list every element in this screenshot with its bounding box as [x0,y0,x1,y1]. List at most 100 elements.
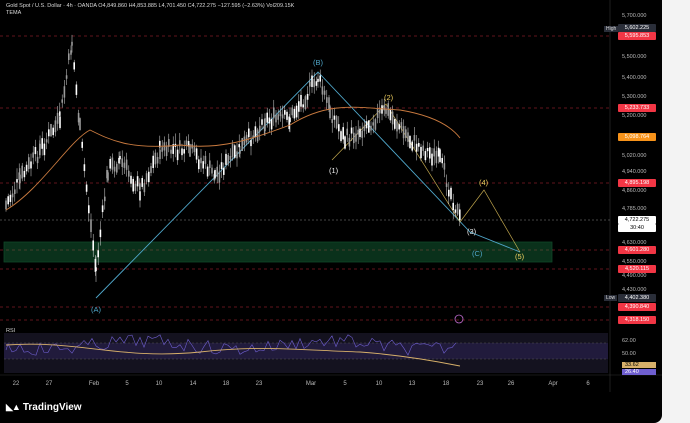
price-axis-label: 5,500.000 [622,54,647,60]
candle-body [250,140,252,147]
candle-body [34,147,37,155]
candle-body [16,179,18,183]
candle-body [101,205,104,213]
candle-body [111,157,114,170]
candle-body [394,119,396,129]
candle-body [259,125,261,132]
candle-body [389,110,392,121]
candle-body [315,81,318,86]
candle-body [331,119,333,123]
candle-body [63,86,66,98]
candle-body [32,152,34,158]
candle-body [229,155,232,160]
time-axis-label: 18 [222,381,230,387]
candle-body [214,169,216,179]
candle-body [268,117,271,124]
candle-body [275,114,277,123]
candle-body [193,145,196,153]
candle-body [181,148,183,156]
candle-body [170,149,172,154]
time-axis-label: Feb [88,381,100,387]
candle-body [391,111,394,125]
candle-body [456,203,459,215]
candle-body [231,144,234,157]
candle-body [256,129,259,142]
price-chart[interactable] [0,0,662,423]
candle-body [5,200,7,210]
time-axis-label: 27 [45,381,53,387]
candle-body [234,145,236,158]
candle-body [161,147,163,152]
candle-body [429,147,431,159]
candle-body [121,158,123,167]
candle-body [374,119,377,130]
candle-body [119,155,121,160]
price-axis-label: 4,630.000 [622,240,647,246]
candle-body [342,127,344,140]
candle-body [281,114,284,119]
candle-body [75,84,78,95]
candle-body [206,166,209,177]
candle-body [132,178,134,192]
time-axis-label: 10 [155,381,163,387]
candle-body [61,99,63,103]
candle-body [19,174,21,184]
candle-body [39,144,41,150]
high-label: High [604,26,619,32]
candle-body [264,118,266,132]
candle-body [130,175,132,184]
candle-body [218,171,221,183]
candle-body [311,75,313,87]
candle-body [300,94,302,107]
candle-body [261,119,263,125]
candle-body [424,151,427,161]
time-axis-label: 13 [408,381,416,387]
candle-body [338,124,340,132]
candle-body [88,205,90,214]
candle-body [52,127,54,136]
candle-body [450,187,452,200]
candle-body [411,141,413,151]
candle-body [415,143,418,152]
candle-body [113,166,116,172]
candle-body [333,115,336,120]
candle-body [220,162,223,170]
candle-body [227,154,229,165]
candle-body [309,81,311,87]
tradingview-brand[interactable]: ◣▲ TradingView [6,402,82,413]
candle-body [385,109,387,114]
candle-body [357,129,359,135]
rsi-level-label: 26.40 [622,369,656,375]
candle-body [344,136,346,149]
price-axis-label: 5,300.000 [622,94,647,100]
time-axis-label: Mar [305,381,317,387]
candle-body [185,140,188,146]
candle-body [443,163,446,170]
candle-body [454,209,457,213]
candle-body [71,41,73,46]
rsi-label: RSI [6,328,16,334]
candle-body [381,105,383,114]
candle-body [56,112,59,124]
candle-body [79,118,81,130]
candle-body [321,86,324,95]
candle-body [422,145,424,151]
time-axis-label: 18 [442,381,450,387]
price-axis-label: 4,550.000 [622,259,647,265]
candle-body [452,202,454,211]
candle-body [402,126,405,139]
candle-body [439,149,441,162]
wave-4-label: (4) [479,178,489,187]
rsi-level-label: 62.00 [622,338,636,344]
candle-body [9,194,12,202]
candle-body [383,104,385,111]
candle-body [368,120,370,133]
candle-body [150,166,152,173]
candle-body [152,155,154,169]
candle-body [370,125,372,131]
candle-body [329,106,331,119]
candle-body [433,148,435,157]
candle-body [36,156,39,164]
candle-body [363,125,366,132]
time-axis-label: 5 [343,381,347,387]
